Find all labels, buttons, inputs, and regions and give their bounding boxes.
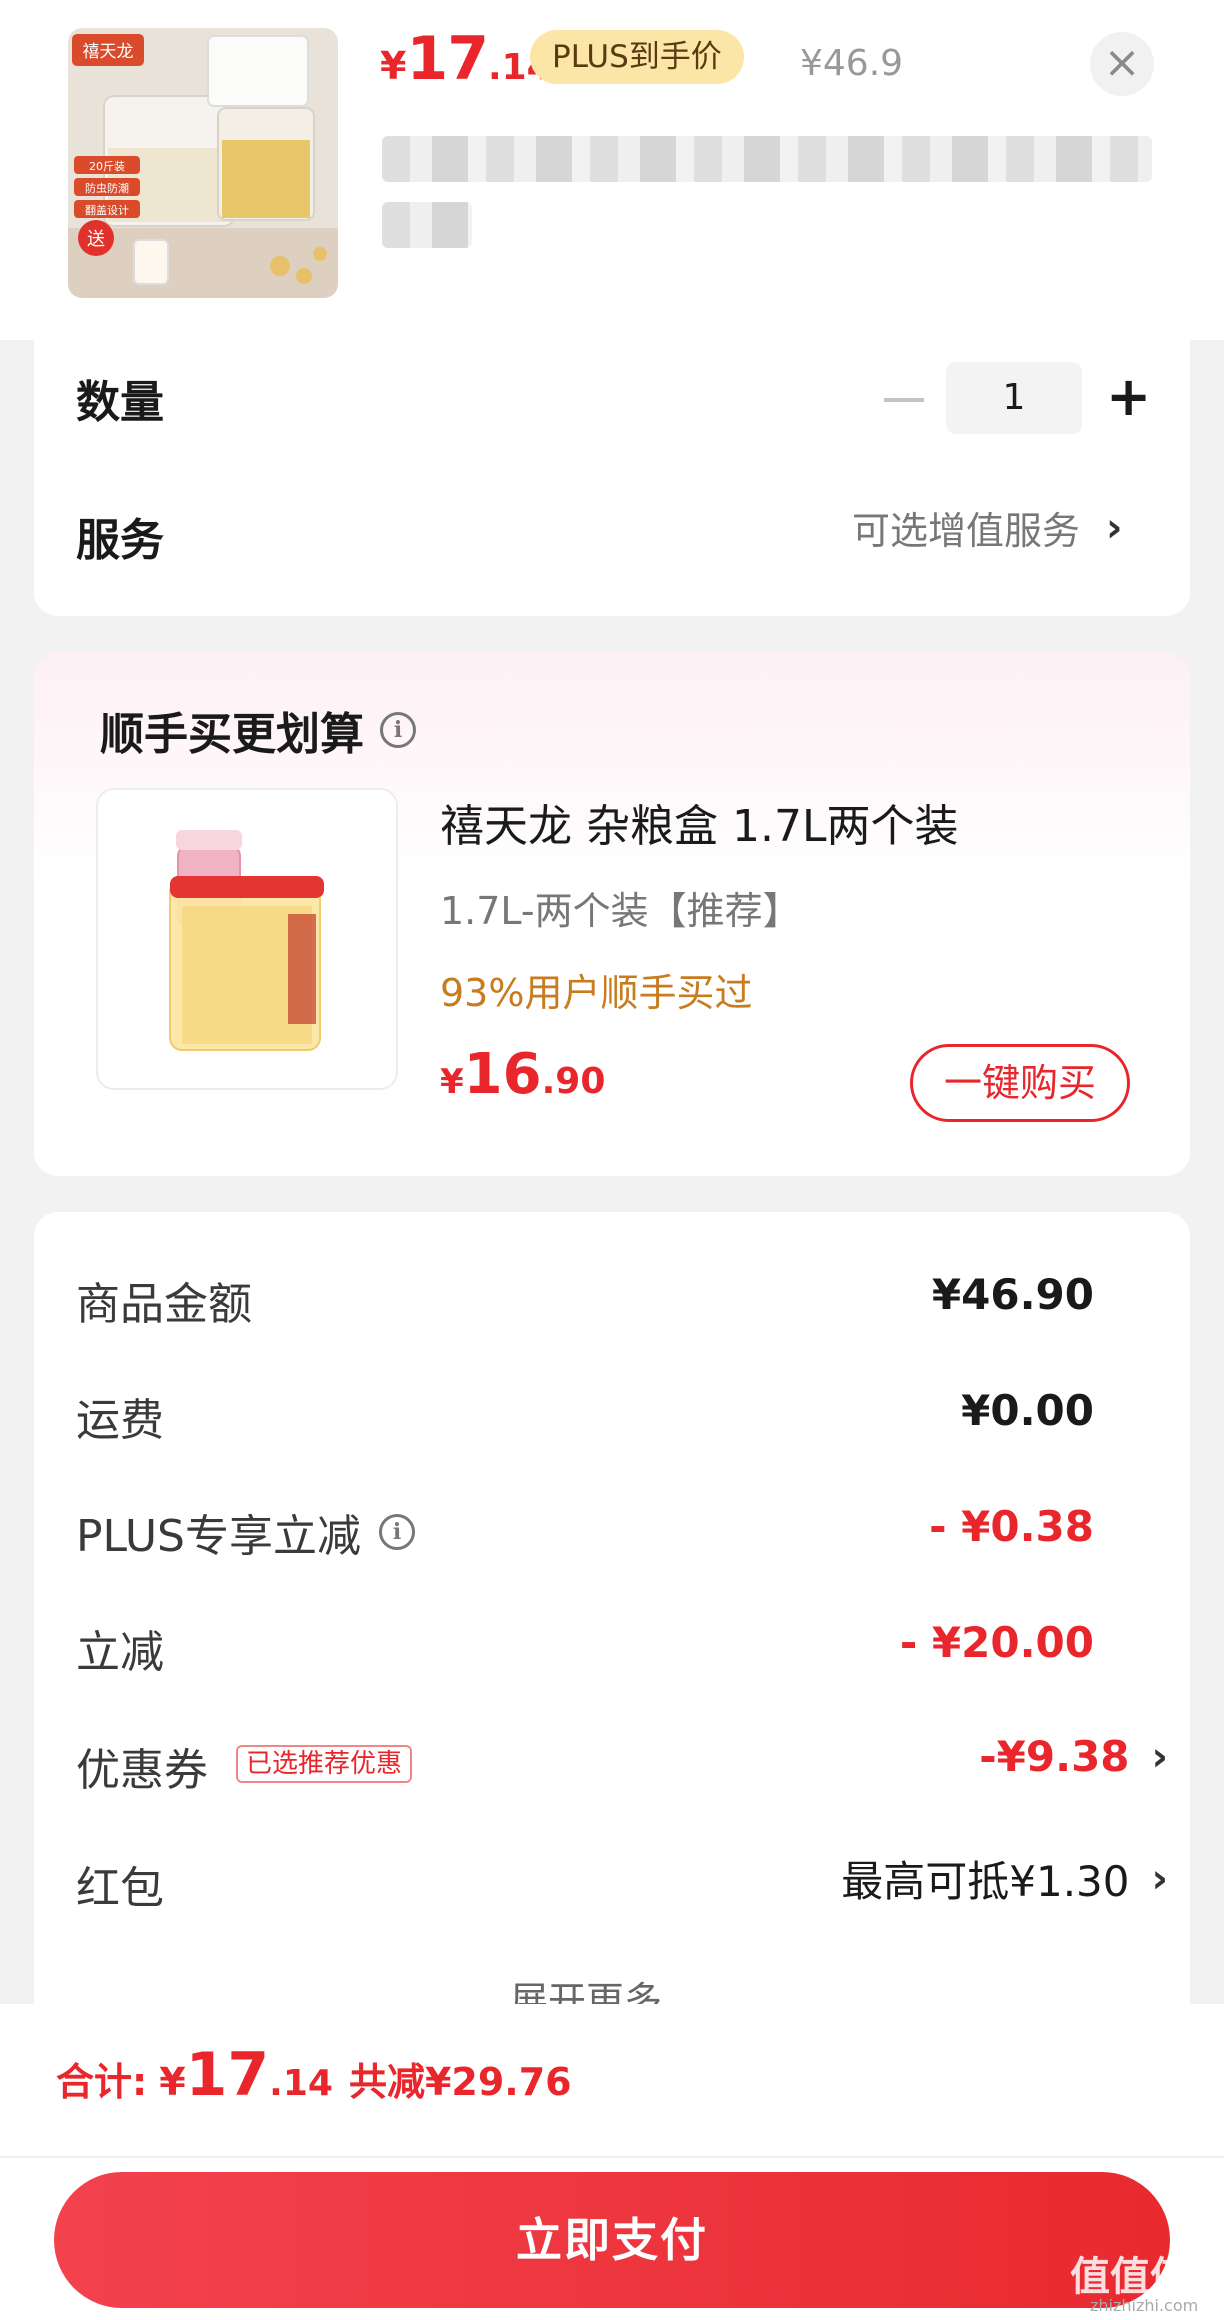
minus-icon[interactable] [884, 398, 924, 402]
service-label: 服务 [76, 515, 164, 566]
chevron-right-icon: › [1106, 504, 1123, 551]
addon-title: 顺手买更划算 [100, 709, 364, 760]
thumb-gift-text: 送 [87, 229, 105, 250]
summary-label-coupon: 优惠券 [76, 1745, 208, 1796]
summary-value-goods: ¥46.90 [931, 1270, 1094, 1319]
info-icon[interactable]: i [380, 712, 416, 748]
order-total: 合计: ¥17.14 共减¥29.76 [56, 2040, 572, 2110]
addon-popularity: 93%用户顺手买过 [440, 971, 753, 1015]
chevron-right-icon: › [1151, 1733, 1168, 1780]
summary-label-shipping: 运费 [76, 1395, 164, 1446]
addon-price-decimal: .90 [541, 1061, 606, 1102]
info-icon[interactable]: i [379, 1514, 415, 1550]
summary-value-coupon: -¥9.38 [979, 1732, 1130, 1781]
chevron-right-icon: › [1151, 1855, 1168, 1902]
addon-product-image[interactable] [96, 788, 398, 1090]
thumb-badge-3: 翻盖设计 [85, 203, 129, 217]
divider [0, 2156, 1224, 2158]
price-symbol: ¥ [380, 44, 407, 88]
pay-now-button[interactable]: 立即支付 [54, 2172, 1170, 2308]
total-symbol: ¥ [159, 2060, 186, 2104]
quantity-label: 数量 [76, 377, 164, 428]
thumb-badge-2: 防虫防潮 [85, 181, 129, 195]
plus-price: ¥17.14 [380, 24, 552, 104]
total-decimal: .14 [269, 2063, 333, 2104]
summary-label-redpacket: 红包 [76, 1863, 164, 1914]
addon-price: ¥16.90 [440, 1042, 605, 1107]
addon-price-symbol: ¥ [440, 1062, 464, 1102]
original-price: ¥46.9 [800, 43, 904, 84]
total-integer: 17 [185, 2040, 270, 2110]
addon-product-spec: 1.7L-两个装【推荐】 [440, 889, 801, 933]
close-button[interactable]: × [1090, 32, 1154, 96]
addon-header: 顺手买更划算 i [100, 698, 416, 762]
price-integer: 17 [406, 24, 488, 94]
coupon-selector[interactable]: -¥9.38 › [979, 1732, 1168, 1781]
watermark-url: zhizhizhi.com [1090, 2296, 1199, 2315]
blurred-product-title [382, 136, 1152, 248]
total-label: 合计: [56, 2060, 148, 2104]
summary-value-instant: - ¥20.00 [899, 1618, 1094, 1667]
coupon-recommended-tag: 已选推荐优惠 [236, 1745, 413, 1783]
total-savings: 共减¥29.76 [348, 2060, 572, 2104]
summary-value-plus: - ¥0.38 [929, 1502, 1094, 1551]
summary-plus-discount: PLUS专享立减 i [76, 1500, 415, 1564]
summary-label-plus: PLUS专享立减 [76, 1511, 361, 1562]
plus-icon[interactable]: + [1106, 362, 1151, 434]
addon-product-title[interactable]: 禧天龙 杂粮盒 1.7L两个装 [440, 790, 958, 854]
one-click-buy-button[interactable]: 一键购买 [910, 1044, 1130, 1122]
quantity-input[interactable]: 1 [946, 362, 1082, 434]
summary-label-instant: 立减 [76, 1627, 164, 1678]
product-thumbnail[interactable]: 禧天龙 20斤装 防虫防潮 翻盖设计 送 [68, 28, 338, 298]
close-icon: × [1103, 37, 1141, 88]
thumb-badge-1: 20斤装 [89, 160, 125, 173]
thumb-brand-text: 禧天龙 [83, 42, 134, 62]
plus-price-tag: PLUS到手价 [530, 30, 744, 84]
summary-value-redpacket: 最高可抵¥1.30 [841, 1857, 1130, 1906]
watermark-logo: 值值值 [1070, 2254, 1190, 2300]
addon-price-integer: 16 [463, 1042, 542, 1107]
redpacket-selector[interactable]: 最高可抵¥1.30 › [841, 1848, 1168, 1909]
summary-label-goods: 商品金额 [76, 1279, 252, 1330]
summary-value-shipping: ¥0.00 [961, 1386, 1094, 1435]
service-value: 可选增值服务 [852, 509, 1081, 553]
service-selector[interactable]: 可选增值服务 › [852, 500, 1123, 555]
